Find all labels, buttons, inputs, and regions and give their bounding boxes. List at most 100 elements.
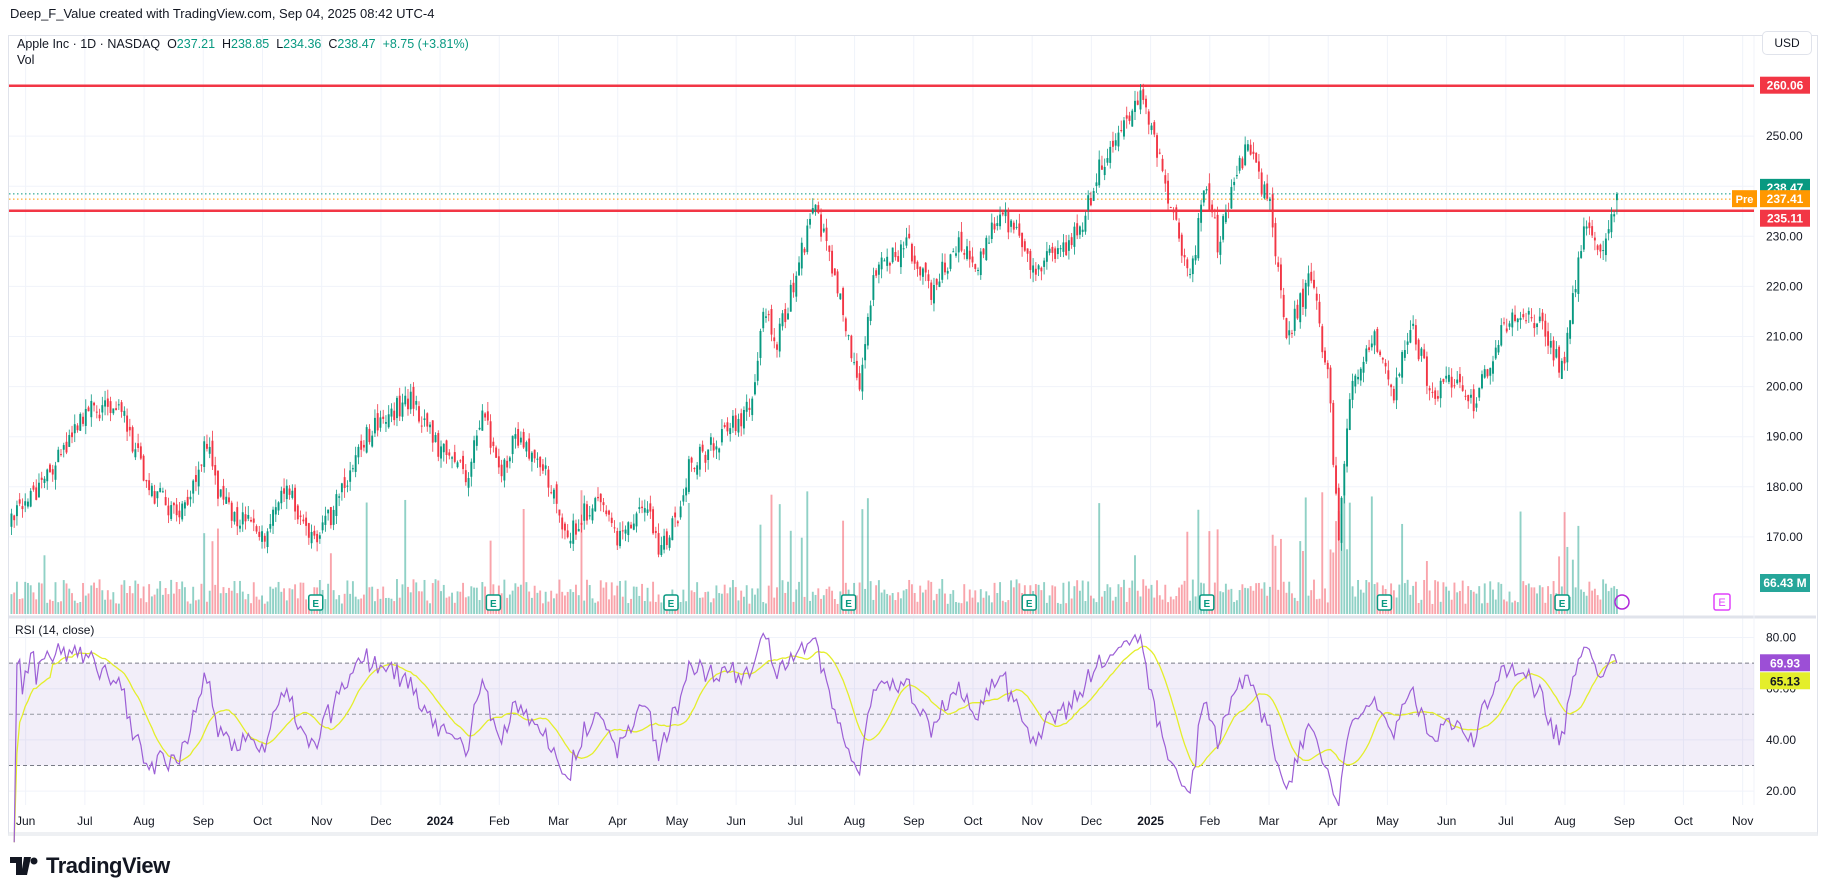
candle-body — [1365, 348, 1368, 362]
volume-bar — [84, 595, 87, 614]
candle-body — [674, 512, 677, 518]
volume-bar — [1222, 592, 1225, 614]
volume-bar — [1233, 601, 1236, 614]
tradingview-logo-icon — [10, 857, 38, 875]
time-tick-label: Mar — [1259, 814, 1280, 828]
volume-bar — [1475, 593, 1478, 614]
volume-bar — [858, 582, 861, 614]
volume-bar — [387, 597, 390, 614]
volume-bar — [1500, 583, 1503, 614]
symbol-name[interactable]: Apple Inc · 1D · NASDAQ — [17, 37, 160, 51]
volume-bar — [1219, 591, 1222, 614]
time-tick-label: Oct — [1674, 814, 1693, 828]
candle-body — [1279, 264, 1282, 291]
candle-body — [1406, 341, 1409, 345]
currency-button[interactable]: USD — [1762, 31, 1812, 55]
volume-bar — [200, 583, 203, 614]
volume-bar — [866, 498, 869, 614]
candle-body — [792, 282, 795, 293]
volume-bar — [825, 588, 828, 614]
price-tick-label: 170.00 — [1766, 530, 1803, 544]
candle-body — [1032, 265, 1035, 273]
candle-body — [351, 468, 354, 470]
volume-bar — [1588, 581, 1591, 614]
candle-body — [897, 256, 900, 262]
volume-bar — [941, 579, 944, 614]
volume-bar — [1136, 590, 1139, 614]
candle-body — [704, 454, 707, 463]
candle-body — [575, 523, 577, 535]
candle-body — [963, 253, 966, 255]
candle-body — [327, 509, 330, 514]
volume-bar — [1310, 590, 1313, 614]
volume-bar — [357, 599, 360, 614]
candle-body — [274, 507, 277, 515]
volume-legend[interactable]: Vol — [17, 52, 469, 68]
time-tick-label: Dec — [1081, 814, 1102, 828]
volume-bar — [800, 537, 803, 614]
volume-bar — [1544, 602, 1547, 614]
volume-bar — [1577, 525, 1580, 614]
candle-body — [979, 251, 982, 276]
candle-body — [949, 254, 952, 269]
candle-body — [412, 386, 415, 409]
candle-body — [54, 465, 57, 480]
candle-body — [128, 426, 131, 431]
candle-body — [1536, 323, 1539, 328]
volume-bar — [974, 590, 977, 614]
volume-bar — [1447, 590, 1450, 614]
candle-body — [349, 470, 352, 482]
volume-bar — [109, 599, 112, 614]
candle-body — [49, 464, 51, 473]
volume-bar — [891, 593, 894, 614]
candle-body — [1544, 320, 1547, 337]
time-tick-label: Sep — [193, 814, 215, 828]
candle-body — [112, 408, 115, 414]
volume-bar — [280, 591, 283, 614]
candle-body — [541, 464, 544, 471]
candle-body — [726, 422, 729, 432]
next-earnings-label: E — [1718, 597, 1725, 609]
volume-bar — [101, 590, 104, 614]
volume-bar — [1114, 596, 1117, 614]
volume-bar — [776, 587, 778, 614]
volume-bar — [555, 593, 558, 614]
candle-body — [418, 406, 420, 422]
candle-body — [442, 443, 445, 453]
volume-bar — [828, 586, 831, 614]
volume-bar — [1536, 593, 1539, 614]
tradingview-logo[interactable]: TradingView — [10, 853, 170, 879]
candle-body — [1246, 144, 1249, 151]
candle-body — [142, 455, 145, 481]
volume-bar — [811, 591, 814, 614]
chart-canvas[interactable]: 170.00 180.00 190.00 200.00 210.00 220.00 230.… — [0, 0, 1827, 896]
volume-bar — [456, 591, 459, 614]
volume-bar — [1602, 579, 1605, 614]
candle-body — [1164, 175, 1167, 184]
candle-body — [1010, 220, 1013, 227]
candle-body — [1475, 403, 1478, 408]
volume-bar — [933, 600, 935, 614]
candle-body — [1109, 146, 1112, 163]
volume-bar — [720, 593, 723, 614]
volume-bar — [591, 598, 594, 614]
price-label: 260.06 — [1767, 79, 1804, 93]
volume-bar — [1456, 592, 1459, 614]
candle-body — [1227, 209, 1230, 212]
rsi-legend[interactable]: RSI (14, close) — [15, 623, 94, 637]
candle-body — [148, 480, 151, 491]
volume-bar — [236, 593, 239, 614]
volume-bar — [1178, 587, 1181, 614]
candle-body — [528, 438, 531, 459]
volume-bar — [379, 598, 382, 614]
volume-bar — [329, 553, 332, 614]
volume-bar — [745, 585, 748, 614]
volume-bar — [704, 592, 707, 614]
candle-body — [894, 251, 897, 258]
candle-body — [1566, 332, 1569, 363]
volume-bar — [1062, 582, 1065, 614]
candle-body — [1558, 346, 1561, 373]
candle-body — [825, 227, 828, 242]
candle-body — [1249, 144, 1252, 155]
candle-body — [781, 313, 784, 327]
